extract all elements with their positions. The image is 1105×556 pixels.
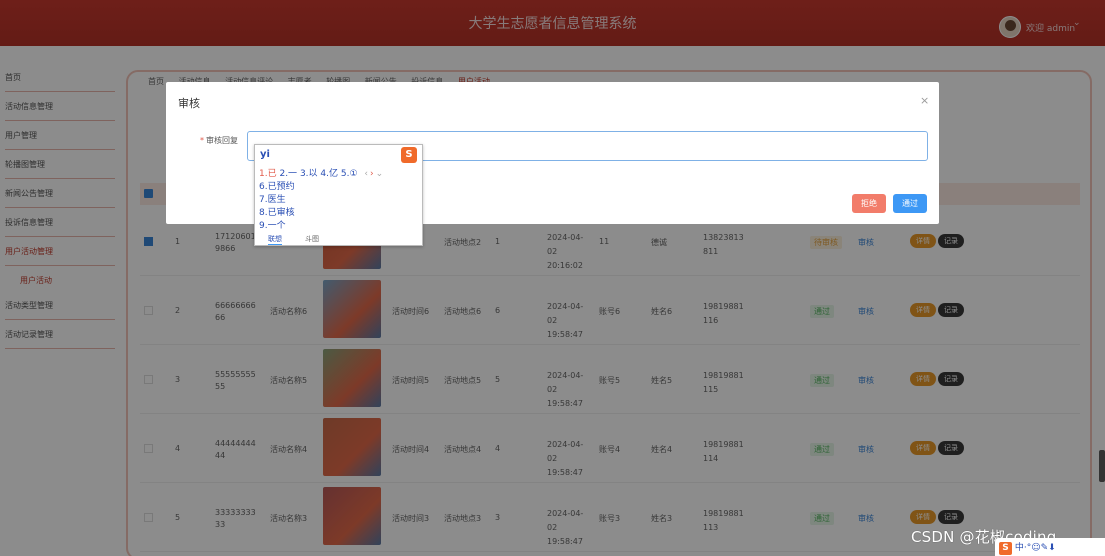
dialog-title: 审核 — [178, 97, 200, 110]
sogou-logo-icon: S — [401, 147, 417, 163]
ime-first-row: 1.已 2.一 3.以 4.亿 5.① ‹ › ⌄ — [259, 166, 383, 179]
ime-candidate[interactable]: 3.以 — [300, 169, 318, 179]
side-panel-handle[interactable] — [1099, 450, 1105, 482]
ime-status-glyphs: 中·°☺✎⬇ — [1014, 543, 1056, 553]
chevron-left-icon[interactable]: ‹ — [364, 169, 368, 179]
ime-footer-associate[interactable]: 联想 — [268, 234, 282, 245]
ime-candidate[interactable]: 9.一个 — [259, 218, 286, 231]
ime-candidate[interactable]: 1.已 — [259, 169, 277, 179]
ime-candidate-window: yi S 1.已 2.一 3.以 4.亿 5.① ‹ › ⌄ 6.已预约 7.医生 … — [254, 144, 423, 246]
ime-candidate[interactable]: 8.已审核 — [259, 205, 295, 218]
close-icon[interactable]: × — [920, 94, 929, 107]
ime-candidate[interactable]: 6.已预约 — [259, 179, 295, 192]
review-reply-label: * 审核回复 — [200, 136, 238, 145]
chevron-right-icon[interactable]: › — [370, 169, 374, 179]
review-reply-label-text: 审核回复 — [206, 136, 238, 145]
ime-candidate[interactable]: 5.① — [341, 169, 358, 179]
reject-button[interactable]: 拒绝 — [852, 194, 886, 213]
ime-candidate[interactable]: 4.亿 — [320, 169, 338, 179]
sogou-logo-icon: S — [999, 542, 1012, 555]
ime-status-bar[interactable]: S 中·°☺✎⬇ — [995, 538, 1105, 556]
chevron-down-icon[interactable]: ⌄ — [376, 169, 384, 179]
pass-button[interactable]: 通过 — [893, 194, 927, 213]
ime-footer-meme[interactable]: 斗图 — [305, 234, 319, 244]
ime-typed-text: yi — [260, 149, 270, 160]
ime-candidate[interactable]: 7.医生 — [259, 192, 286, 205]
ime-candidate[interactable]: 2.一 — [279, 169, 297, 179]
